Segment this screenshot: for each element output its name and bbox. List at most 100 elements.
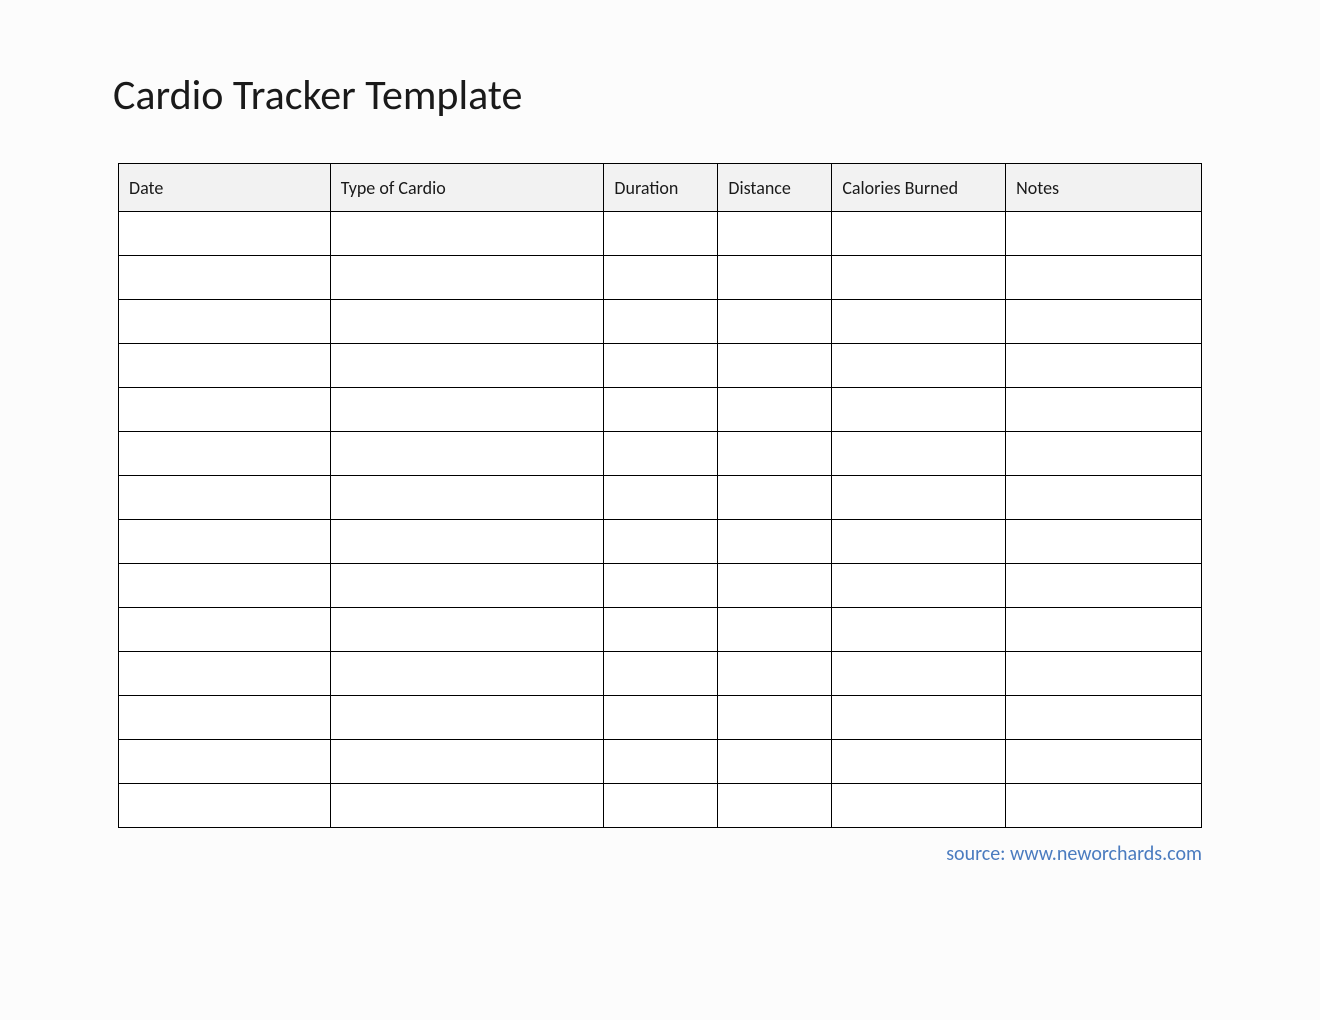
- table-cell[interactable]: [604, 344, 718, 388]
- table-cell[interactable]: [1006, 212, 1202, 256]
- table-cell[interactable]: [832, 256, 1006, 300]
- table-row: [119, 608, 1202, 652]
- table-cell[interactable]: [832, 564, 1006, 608]
- table-row: [119, 520, 1202, 564]
- table-cell[interactable]: [119, 388, 331, 432]
- table-cell[interactable]: [604, 696, 718, 740]
- table-header-row: DateType of CardioDurationDistanceCalori…: [119, 164, 1202, 212]
- table-cell[interactable]: [718, 300, 832, 344]
- table-cell[interactable]: [330, 696, 604, 740]
- table-cell[interactable]: [718, 784, 832, 828]
- table-cell[interactable]: [1006, 520, 1202, 564]
- table-cell[interactable]: [119, 784, 331, 828]
- table-cell[interactable]: [119, 652, 331, 696]
- table-cell[interactable]: [330, 256, 604, 300]
- table-header: DateType of CardioDurationDistanceCalori…: [119, 164, 1202, 212]
- table-cell[interactable]: [718, 740, 832, 784]
- table-cell[interactable]: [604, 476, 718, 520]
- table-cell[interactable]: [604, 740, 718, 784]
- table-cell[interactable]: [832, 608, 1006, 652]
- table-cell[interactable]: [119, 212, 331, 256]
- table-cell[interactable]: [832, 344, 1006, 388]
- table-cell[interactable]: [832, 740, 1006, 784]
- column-header: Distance: [718, 164, 832, 212]
- column-header: Type of Cardio: [330, 164, 604, 212]
- table-cell[interactable]: [832, 388, 1006, 432]
- table-cell[interactable]: [1006, 344, 1202, 388]
- table-cell[interactable]: [718, 212, 832, 256]
- table-cell[interactable]: [330, 432, 604, 476]
- table-cell[interactable]: [604, 784, 718, 828]
- table-cell[interactable]: [832, 300, 1006, 344]
- table-cell[interactable]: [330, 520, 604, 564]
- table-row: [119, 564, 1202, 608]
- table-cell[interactable]: [1006, 740, 1202, 784]
- table-cell[interactable]: [119, 476, 331, 520]
- table-cell[interactable]: [1006, 432, 1202, 476]
- column-header: Duration: [604, 164, 718, 212]
- table-cell[interactable]: [604, 652, 718, 696]
- table-cell[interactable]: [1006, 388, 1202, 432]
- table-cell[interactable]: [718, 432, 832, 476]
- table-cell[interactable]: [1006, 608, 1202, 652]
- table-cell[interactable]: [604, 256, 718, 300]
- table-cell[interactable]: [330, 388, 604, 432]
- table-cell[interactable]: [330, 564, 604, 608]
- table-cell[interactable]: [330, 300, 604, 344]
- table-cell[interactable]: [832, 696, 1006, 740]
- table-cell[interactable]: [832, 476, 1006, 520]
- table-cell[interactable]: [1006, 300, 1202, 344]
- table-cell[interactable]: [119, 564, 331, 608]
- table-cell[interactable]: [604, 300, 718, 344]
- table-cell[interactable]: [832, 432, 1006, 476]
- table-cell[interactable]: [1006, 696, 1202, 740]
- table-cell[interactable]: [718, 388, 832, 432]
- table-cell[interactable]: [119, 740, 331, 784]
- table-cell[interactable]: [119, 608, 331, 652]
- table-row: [119, 696, 1202, 740]
- table-cell[interactable]: [832, 520, 1006, 564]
- table-cell[interactable]: [1006, 256, 1202, 300]
- table-cell[interactable]: [119, 432, 331, 476]
- table-cell[interactable]: [1006, 476, 1202, 520]
- column-header: Date: [119, 164, 331, 212]
- page-title: Cardio Tracker Template: [113, 70, 1243, 121]
- table-cell[interactable]: [718, 476, 832, 520]
- table-cell[interactable]: [718, 344, 832, 388]
- table-cell[interactable]: [119, 520, 331, 564]
- table-cell[interactable]: [604, 432, 718, 476]
- table-cell[interactable]: [604, 520, 718, 564]
- table-cell[interactable]: [718, 520, 832, 564]
- table-cell[interactable]: [1006, 784, 1202, 828]
- table-cell[interactable]: [604, 608, 718, 652]
- table-cell[interactable]: [330, 740, 604, 784]
- table-cell[interactable]: [832, 212, 1006, 256]
- table-cell[interactable]: [330, 476, 604, 520]
- table-cell[interactable]: [330, 344, 604, 388]
- table-cell[interactable]: [718, 652, 832, 696]
- table-cell[interactable]: [1006, 652, 1202, 696]
- table-cell[interactable]: [330, 784, 604, 828]
- table-cell[interactable]: [1006, 564, 1202, 608]
- table-cell[interactable]: [718, 696, 832, 740]
- table-cell[interactable]: [119, 696, 331, 740]
- table-cell[interactable]: [832, 652, 1006, 696]
- table-cell[interactable]: [330, 212, 604, 256]
- table-cell[interactable]: [330, 608, 604, 652]
- table-cell[interactable]: [119, 300, 331, 344]
- table-cell[interactable]: [718, 608, 832, 652]
- table-cell[interactable]: [832, 784, 1006, 828]
- table-cell[interactable]: [718, 564, 832, 608]
- cardio-tracker-table: DateType of CardioDurationDistanceCalori…: [118, 163, 1202, 828]
- table-cell[interactable]: [604, 564, 718, 608]
- column-header: Calories Burned: [832, 164, 1006, 212]
- table-cell[interactable]: [119, 344, 331, 388]
- table-row: [119, 300, 1202, 344]
- table-cell[interactable]: [604, 388, 718, 432]
- table-cell[interactable]: [718, 256, 832, 300]
- table-row: [119, 784, 1202, 828]
- table-cell[interactable]: [330, 652, 604, 696]
- table-row: [119, 344, 1202, 388]
- table-cell[interactable]: [119, 256, 331, 300]
- table-cell[interactable]: [604, 212, 718, 256]
